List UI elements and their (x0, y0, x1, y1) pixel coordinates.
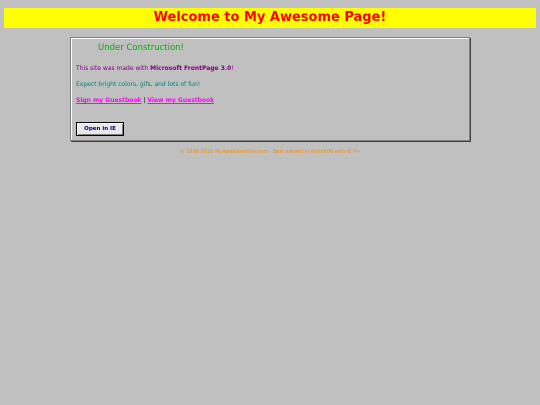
made-with-suffix: ! (231, 65, 234, 72)
content-panel: Under Construction! This site was made w… (70, 37, 470, 141)
open-in-ie-button[interactable]: Open in IE (76, 122, 124, 136)
made-with-prefix: This site was made with (76, 65, 151, 72)
banner-title: Welcome to My Awesome Page! (153, 10, 387, 25)
expect-fun-text: Expect bright colors, gifs, and lots of … (76, 81, 201, 88)
made-with-line: This site was made with Microsoft FrontP… (76, 65, 234, 72)
frontpage-name: Microsoft FrontPage 3.0 (150, 65, 232, 72)
guestbook-links: Sign my Guestbook | View my Guestbook (76, 97, 214, 104)
page: Welcome to My Awesome Page! Under Constr… (0, 0, 540, 405)
footer-text: © 1998-2025 MyAwesomeSite.com · Best vie… (179, 149, 361, 155)
under-construction-label: Under Construction! (98, 43, 184, 53)
welcome-banner: Welcome to My Awesome Page! (4, 8, 536, 28)
view-guestbook-link[interactable]: View my Guestbook (147, 97, 214, 104)
sign-guestbook-link[interactable]: Sign my Guestbook (76, 97, 142, 104)
